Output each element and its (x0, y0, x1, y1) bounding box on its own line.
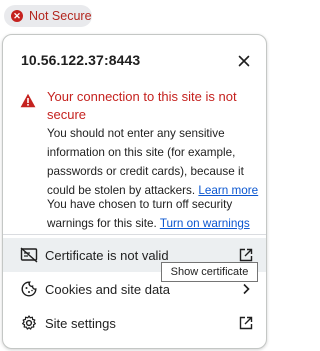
site-address: 10.56.122.37:8443 (21, 52, 141, 68)
warning-description: You should not enter any sensitive infor… (47, 124, 259, 200)
not-secure-chip[interactable]: ✕ Not Secure (4, 5, 92, 27)
site-settings-row[interactable]: Site settings (3, 306, 266, 340)
address-bar-area: ✕ Not Secure (0, 0, 270, 34)
warning-heading: Your connection to this site is not secu… (47, 89, 237, 122)
gear-icon (20, 314, 38, 332)
site-info-popup: 10.56.122.37:8443 Your connection to thi… (2, 34, 267, 349)
turn-on-warnings-link[interactable]: Turn on warnings (160, 217, 250, 230)
chevron-right-icon (238, 281, 254, 297)
warnings-off-notice: You have chosen to turn off security war… (47, 195, 259, 233)
show-certificate-tooltip: Show certificate (161, 262, 258, 282)
site-settings-label: Site settings (45, 315, 116, 331)
cookies-label: Cookies and site data (45, 281, 171, 297)
certificate-label: Certificate is not valid (45, 247, 169, 263)
open-external-icon (238, 315, 254, 331)
divider (3, 234, 266, 235)
not-secure-label: Not Secure (29, 9, 92, 23)
certificate-invalid-icon (20, 246, 38, 264)
close-button[interactable] (231, 48, 257, 74)
warning-triangle-icon (20, 93, 36, 108)
error-circle-icon: ✕ (11, 10, 23, 22)
cookie-icon (20, 280, 38, 298)
open-external-icon (238, 247, 254, 263)
close-icon (238, 55, 250, 67)
